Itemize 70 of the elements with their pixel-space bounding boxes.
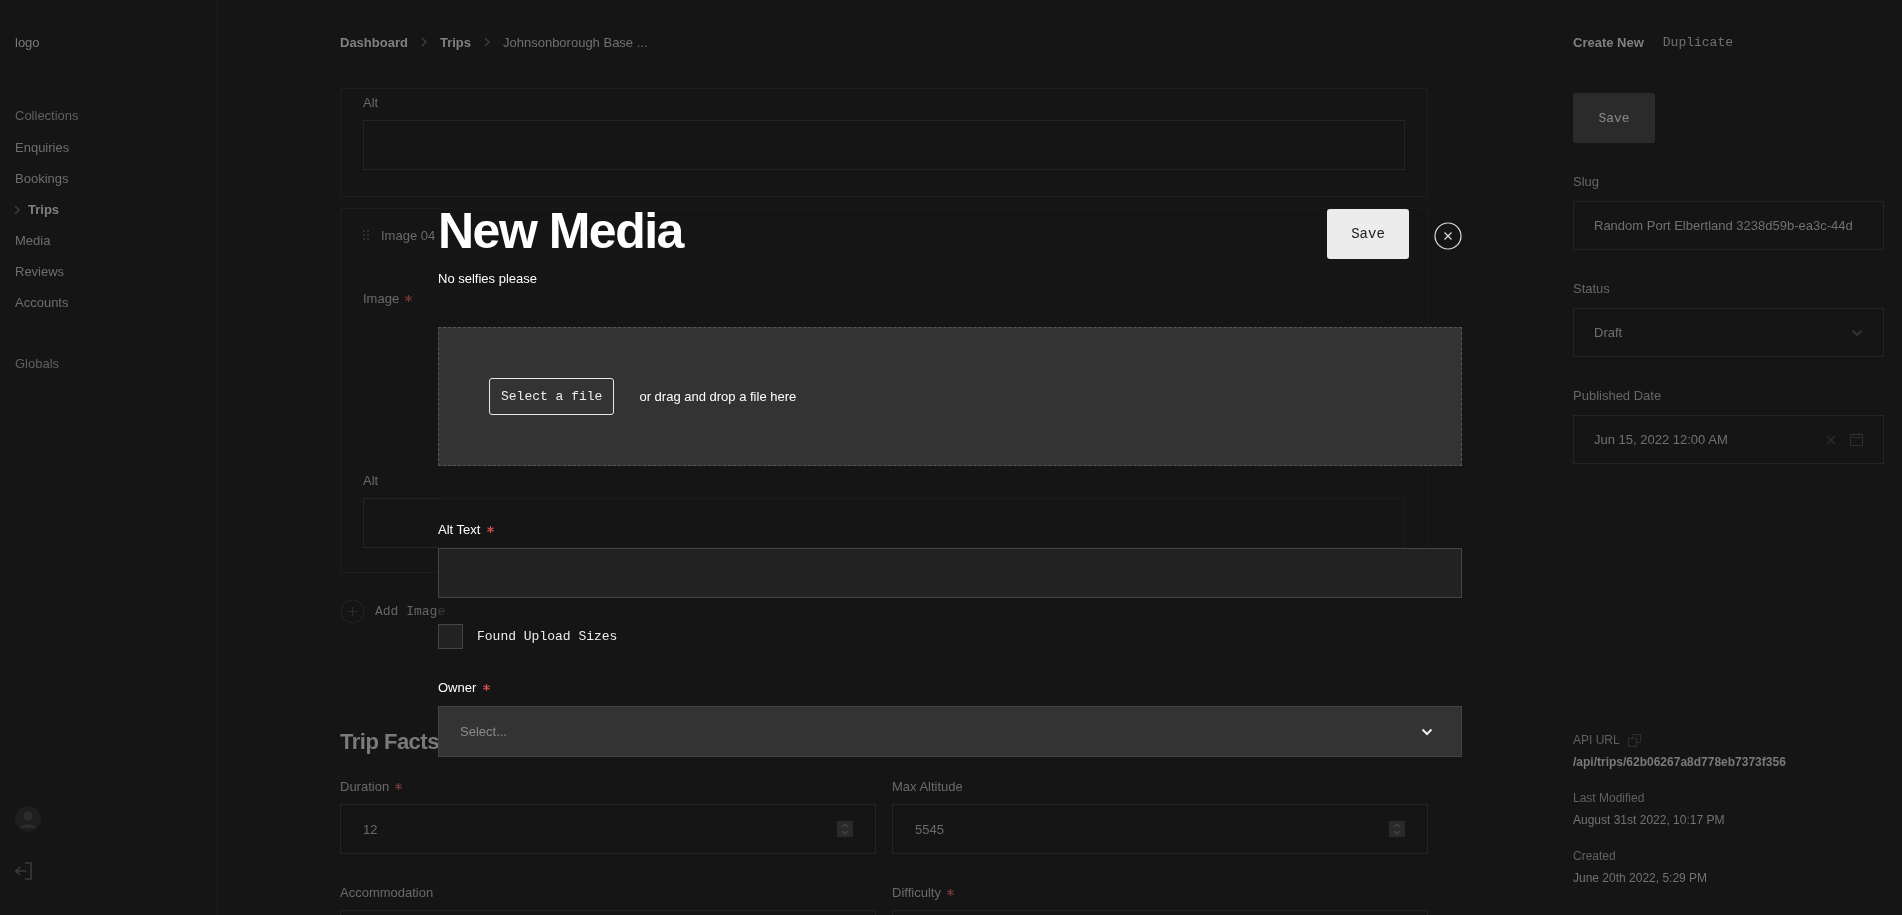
input-field[interactable]: 5545	[892, 804, 1428, 854]
add-image-link[interactable]: Add Image	[375, 604, 446, 619]
sidebar-item[interactable]: Reviews	[15, 256, 201, 287]
stepper-icon[interactable]	[837, 821, 853, 837]
field-label: Alt Text	[438, 521, 481, 537]
alt-text-input[interactable]	[438, 548, 1462, 598]
breadcrumb-link[interactable]: Dashboard	[340, 34, 408, 50]
save-button[interactable]: Save	[1573, 93, 1655, 143]
dropzone[interactable]: Select a file or drag and drop a file here	[438, 327, 1462, 466]
meta-value: June 20th 2022, 5:29 PM	[1573, 871, 1709, 885]
clear-icon[interactable]	[1826, 434, 1836, 445]
sidebar-item[interactable]: Trips	[13, 194, 201, 225]
dropzone-hint: or drag and drop a file here	[639, 389, 797, 404]
checkbox[interactable]	[438, 624, 463, 649]
status-select[interactable]: Draft	[1573, 308, 1884, 357]
field-label: Duration	[340, 778, 390, 794]
field-label: Image	[363, 290, 400, 306]
block-title[interactable]: Image 04	[381, 227, 436, 243]
copy-icon[interactable]	[1627, 733, 1641, 747]
chevron-down-icon	[1851, 328, 1863, 337]
field-label: Alt	[363, 94, 379, 110]
section-heading: Globals	[15, 356, 61, 371]
chevron-right-icon	[419, 37, 428, 47]
close-icon[interactable]	[1434, 222, 1462, 250]
logout-icon[interactable]	[15, 862, 33, 880]
owner-select[interactable]: Select...	[438, 706, 1462, 757]
meta-label: Created	[1573, 849, 1616, 863]
api-url-link[interactable]: /api/trips/62b06267a8d778eb7373f356	[1573, 755, 1884, 769]
field-label: Status	[1573, 280, 1610, 296]
field-label: Max Altitude	[892, 778, 963, 794]
modal-title: New Media	[438, 205, 685, 257]
drag-handle-icon[interactable]	[363, 230, 369, 240]
logo-text[interactable]: logo	[15, 35, 201, 50]
required-icon	[483, 683, 491, 691]
input-field[interactable]	[363, 498, 1405, 548]
field-label: Slug	[1573, 173, 1600, 189]
meta-value: August 31st 2022, 10:17 PM	[1573, 813, 1726, 827]
sidebar-item[interactable]: Media	[15, 225, 201, 256]
input-field[interactable]: Random Port Elbertland 3238d59b-ea3c-44d	[1573, 201, 1884, 250]
chevron-right-icon	[13, 204, 21, 215]
required-icon	[487, 525, 495, 533]
modal-description: No selfies please	[438, 271, 538, 286]
field-label: Accommodation	[340, 884, 434, 900]
chevron-down-icon	[1421, 727, 1433, 736]
save-button[interactable]: Save	[1327, 209, 1409, 259]
date-field[interactable]: Jun 15, 2022 12:00 AM	[1573, 415, 1884, 464]
required-icon	[405, 294, 413, 302]
field-label: Alt	[363, 472, 379, 488]
sidebar-item[interactable]: Enquiries	[15, 132, 201, 163]
stepper-icon[interactable]	[1389, 821, 1405, 837]
field-label: Owner	[438, 679, 477, 695]
section-heading: Collections	[15, 108, 80, 123]
create-new-link[interactable]: Create New	[1573, 34, 1644, 50]
required-icon	[946, 888, 954, 896]
select-file-button[interactable]: Select a file	[489, 378, 615, 415]
chevron-right-icon	[483, 37, 491, 47]
sidebar-item[interactable]: Accounts	[15, 287, 201, 318]
calendar-icon[interactable]	[1850, 433, 1863, 446]
breadcrumb-link[interactable]: Trips	[439, 34, 471, 50]
section-title: Trip Facts	[340, 729, 439, 755]
sidebar-item[interactable]: Bookings	[15, 163, 201, 194]
input-field[interactable]: 12	[340, 804, 876, 854]
avatar-icon[interactable]	[15, 806, 41, 832]
meta-label: API URL	[1573, 733, 1620, 747]
field-label: Published Date	[1573, 387, 1662, 403]
field-label: Difficulty	[892, 884, 941, 900]
duplicate-link[interactable]: Duplicate	[1662, 34, 1734, 50]
required-icon	[395, 782, 403, 790]
checkbox-label[interactable]: Found Upload Sizes	[477, 629, 618, 644]
meta-label: Last Modified	[1573, 791, 1645, 805]
